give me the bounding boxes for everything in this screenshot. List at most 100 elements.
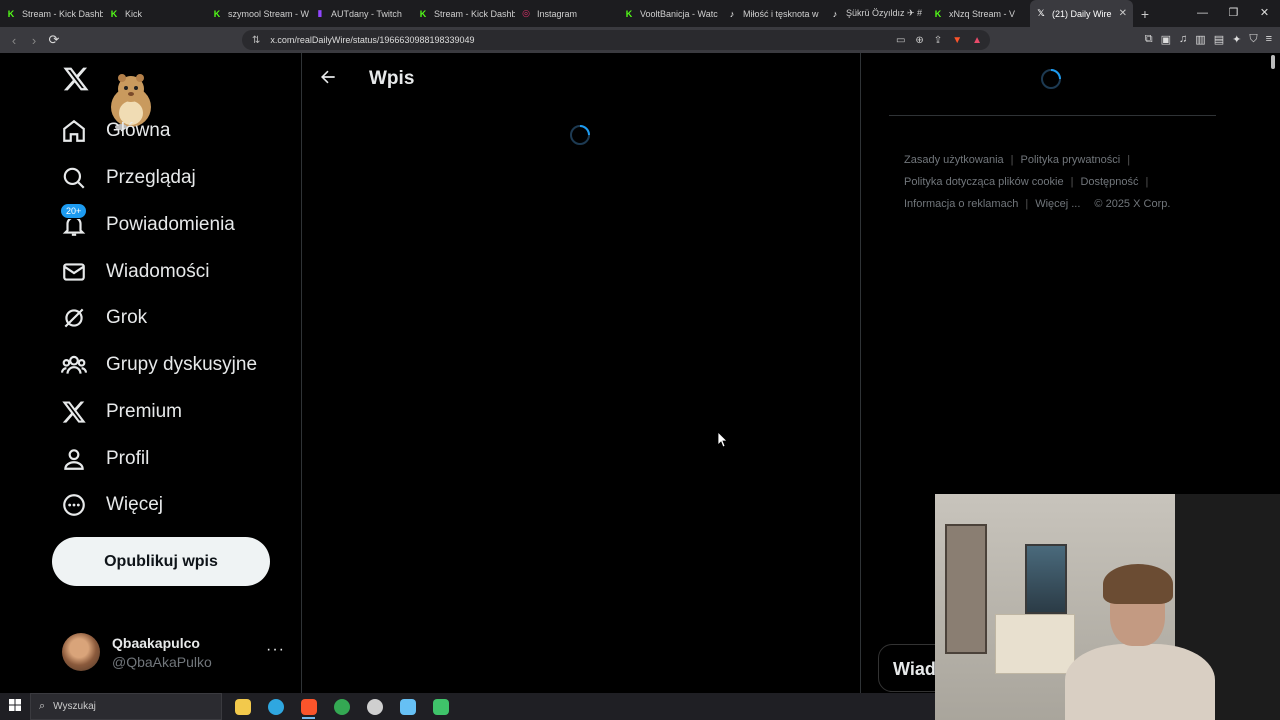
footer-link-cookies[interactable]: Polityka dotycząca plików cookie [904, 176, 1064, 188]
file-explorer-icon[interactable] [226, 693, 259, 720]
music-icon[interactable]: ♫ [1179, 33, 1187, 46]
footer-link-ads[interactable]: Informacja o reklamach [904, 198, 1018, 210]
kick-icon: K [934, 8, 942, 19]
sidebar-item-label: Więcej [106, 494, 164, 515]
kick-icon: K [625, 8, 633, 19]
kick-icon: K [419, 8, 427, 19]
footer-link-privacy[interactable]: Polityka prywatności [1021, 154, 1121, 166]
browser-tab-bar: K Stream - Kick Dashb K Kick Kszymool Stream… [0, 0, 1280, 27]
steam-icon[interactable] [391, 693, 424, 720]
close-window-icon[interactable]: ✕ [1249, 0, 1280, 27]
edge-icon[interactable] [259, 693, 292, 720]
mouse-cursor-icon [718, 432, 728, 448]
footer-link-accessibility[interactable]: Dostępność [1080, 176, 1138, 188]
sidebar-item-label: Główna [106, 120, 171, 141]
x-icon: 𝕏 [1037, 8, 1045, 18]
bell-icon: 20+ [60, 203, 88, 239]
reload-icon[interactable]: ⟳ [44, 32, 64, 48]
instagram-icon: ◎ [522, 8, 530, 18]
sidebar-item-label: Przeglądaj [106, 167, 196, 188]
leo-ai-icon[interactable]: ✦ [1232, 33, 1241, 46]
browser-tab-label: Stream - Kick Dashb [22, 8, 103, 19]
forward-nav-icon[interactable]: › [24, 33, 44, 48]
url-field[interactable]: ⇅ x.com/realDailyWire/status/19666309881… [242, 30, 990, 50]
browser-tab-label: Şükrü Özyıldız ✈ # [846, 8, 923, 18]
sidebar-item-profil[interactable]: Profil [60, 439, 149, 479]
search-icon [60, 164, 88, 192]
browser-tab-label: VooltBanicja - Watc [640, 8, 718, 19]
browser-tab[interactable]: ♪ Miłość i tęsknota w [721, 0, 824, 27]
zoom-icon[interactable]: ⊕ [915, 35, 923, 46]
browser-tab[interactable]: ◎ Instagram [515, 0, 618, 27]
extensions-area: ⧉ ▣ ♫ ▥ ▤ ✦ ⛉ ≡ [1145, 33, 1272, 46]
sidebar-item-label: Grupy dyskusyjne [106, 354, 258, 375]
new-tab-icon[interactable]: + [1133, 6, 1157, 22]
obs-icon[interactable] [358, 693, 391, 720]
kick-icon: K [7, 8, 15, 19]
sidebar-item-label: Grok [106, 307, 148, 328]
post-button[interactable]: Opublikuj wpis [52, 537, 270, 586]
browser-tab-label: (21) Daily Wire [1052, 8, 1112, 19]
sidebar-item-więcej[interactable]: Więcej [60, 485, 163, 525]
taskbar-search[interactable]: ⌕ Wyszukaj [30, 693, 222, 720]
sidebar-item-label: Profil [106, 448, 150, 469]
kick-icon: K [213, 8, 221, 19]
browser-tab[interactable]: Kszymool Stream - W [206, 0, 309, 27]
sidebar-toggle-icon[interactable]: ▥ [1195, 33, 1205, 46]
browser-tab[interactable]: ♪ Şükrü Özyıldız ✈ # [824, 0, 927, 27]
sidebar-item-główna[interactable]: Główna [60, 111, 170, 151]
menu-icon[interactable]: ≡ [1266, 33, 1272, 46]
home-icon [60, 117, 88, 145]
windows-start-icon[interactable] [0, 698, 30, 716]
left-sidebar: Główna Przeglądaj 20+ Powiadomienia Wiadomoś… [0, 53, 302, 693]
share-icon[interactable]: ⇪ [934, 35, 942, 46]
browser-tab[interactable]: ▮ AUTdany - Twitch [309, 0, 412, 27]
browser-tab-label: Miłość i tęsknota w [743, 8, 819, 19]
messages-drawer[interactable]: Wiadc [878, 644, 938, 692]
browser-tab[interactable]: 𝕏 (21) Daily Wire ✕ [1030, 0, 1133, 27]
restore-icon[interactable]: ❐ [1218, 0, 1249, 27]
kick-icon: K [110, 8, 118, 19]
sidebar-item-label: Premium [106, 401, 183, 422]
browser-tab[interactable]: K Stream - Kick Dashb [0, 0, 103, 27]
browser-tab[interactable]: K VooltBanicja - Watc [618, 0, 721, 27]
sidebar-item-przeglądaj[interactable]: Przeglądaj [60, 158, 196, 198]
brave-rewards-icon[interactable]: ▲ [972, 35, 982, 46]
copyright: © 2025 X Corp. [1094, 198, 1171, 210]
vpn-shield-icon[interactable]: ⛉ [1249, 33, 1257, 46]
x-logo-icon[interactable] [62, 65, 90, 93]
account-switcher[interactable]: Qbaakapulco @QbaAkaPulko ··· [62, 633, 290, 673]
sidebar-item-powiadomienia[interactable]: 20+ Powiadomienia [60, 203, 235, 245]
windows-taskbar: ⌕ Wyszukaj [0, 693, 935, 720]
more-options-icon[interactable]: ··· [266, 641, 285, 659]
back-arrow-icon[interactable] [318, 67, 338, 87]
footer-link-more[interactable]: Więcej ... [1035, 198, 1080, 210]
back-nav-icon[interactable]: ‹ [4, 33, 24, 48]
browser-tab[interactable]: K Stream - Kick Dashb [412, 0, 515, 27]
browser-tab[interactable]: KxNzq Stream - V [927, 0, 1030, 27]
address-bar-row: ‹ › ⟳ ⇅ x.com/realDailyWire/status/19666… [0, 27, 1280, 53]
url-text: x.com/realDailyWire/status/1966630988198… [270, 35, 475, 45]
sidebar-item-wiadomości[interactable]: Wiadomości [60, 252, 209, 292]
extension-icon[interactable]: ⧉ [1145, 33, 1153, 46]
sidebar-item-premium[interactable]: Premium [60, 392, 182, 432]
minimize-icon[interactable]: — [1187, 0, 1218, 27]
browser-tab[interactable]: K Kick [103, 0, 206, 27]
sidebar-item-grok[interactable]: Grok [60, 298, 147, 338]
tiktok-icon: ♪ [729, 8, 735, 19]
brave-icon[interactable] [292, 693, 325, 720]
wallet-card-icon[interactable]: ▤ [1214, 33, 1224, 46]
sidebar-item-label: Wiadomości [106, 261, 210, 282]
chrome-icon[interactable] [325, 693, 358, 720]
brave-shield-icon[interactable]: ▼ [952, 35, 962, 46]
app-icon[interactable] [424, 693, 457, 720]
sidebar-item-grupy-dyskusyjne[interactable]: Grupy dyskusyjne [60, 345, 257, 385]
wallet-icon[interactable]: ▣ [1161, 33, 1171, 46]
close-tab-icon[interactable]: ✕ [1119, 8, 1127, 19]
browser-tab-label: Kick [125, 8, 143, 19]
footer-link-terms[interactable]: Zasady użytkowania [904, 154, 1004, 166]
site-info-icon[interactable]: ⇅ [252, 35, 260, 46]
cast-icon[interactable]: ▭ [896, 35, 905, 46]
notification-badge: 20+ [60, 203, 88, 219]
x-icon [60, 398, 88, 426]
